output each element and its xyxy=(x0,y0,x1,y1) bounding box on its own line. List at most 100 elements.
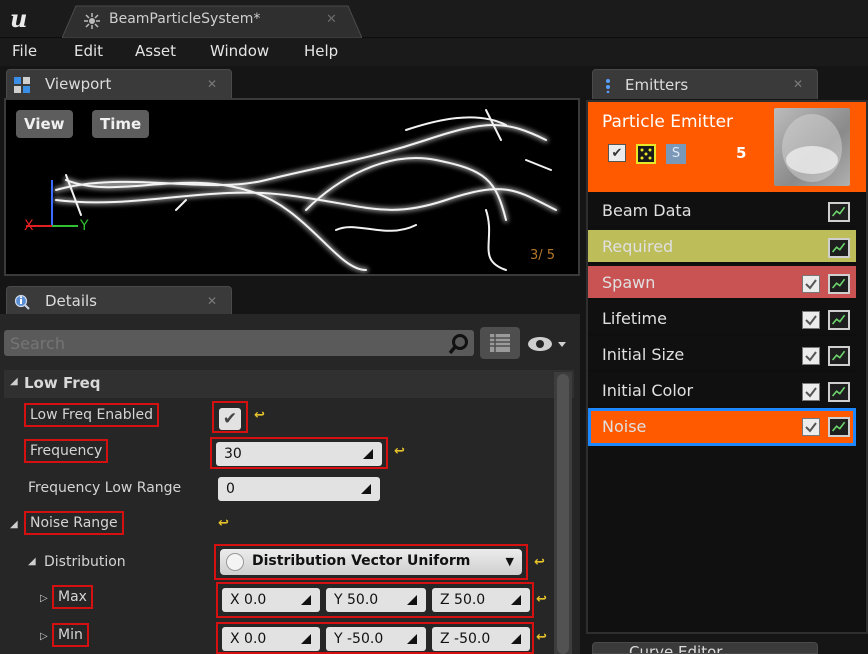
tab-details[interactable]: Details ✕ xyxy=(6,286,232,316)
emitter-controls: ✔ S xyxy=(608,142,698,164)
solo-icon[interactable]: S xyxy=(666,144,686,164)
frequency-low-range-input[interactable]: 0 xyxy=(218,477,380,501)
curve-graph-icon[interactable] xyxy=(828,346,850,366)
max-y-input[interactable]: Y 50.0 xyxy=(326,588,426,612)
close-icon[interactable]: ✕ xyxy=(207,294,217,308)
module-enable-checkbox[interactable] xyxy=(802,418,820,436)
view-options-list-button[interactable] xyxy=(480,327,520,359)
curve-graph-icon[interactable] xyxy=(828,202,850,222)
drag-handle-icon xyxy=(363,449,373,459)
distribution-dropdown[interactable]: Distribution Vector Uniform ▼ xyxy=(220,549,522,575)
drag-handle-icon xyxy=(407,634,417,644)
menu-help[interactable]: Help xyxy=(304,42,338,60)
eye-visibility-icon[interactable] xyxy=(526,334,570,354)
max-x-input[interactable]: X 0.0 xyxy=(222,588,320,612)
module-noise[interactable]: Noise xyxy=(588,408,856,446)
module-beam-data[interactable]: Beam Data xyxy=(588,194,856,228)
emitters-tab-label: Emitters xyxy=(625,76,689,94)
min-z-input[interactable]: Z -50.0 xyxy=(432,627,530,651)
module-initial-size[interactable]: Initial Size xyxy=(588,338,856,372)
emitter-icon xyxy=(606,79,610,93)
unreal-logo-icon[interactable]: u xyxy=(10,4,40,33)
search-icon[interactable] xyxy=(448,333,470,355)
property-label: Frequency Low Range xyxy=(28,480,182,496)
close-icon[interactable]: ✕ xyxy=(326,12,337,27)
drag-handle-icon xyxy=(511,634,521,644)
module-label: Spawn xyxy=(602,273,656,292)
module-enable-checkbox[interactable] xyxy=(802,275,820,293)
menu-file[interactable]: File xyxy=(12,42,37,60)
drag-handle-icon xyxy=(511,595,521,605)
property-label: Frequency xyxy=(24,439,109,463)
curve-graph-icon[interactable] xyxy=(828,417,850,437)
expand-arrow-icon[interactable]: ▷ xyxy=(40,593,48,604)
frequency-input[interactable]: 30 xyxy=(216,442,382,466)
emitter-particle-count: 5 xyxy=(736,144,747,162)
checkmark-icon xyxy=(805,387,817,398)
curve-graph-icon[interactable] xyxy=(828,310,850,330)
tab-emitters[interactable]: Emitters ✕ xyxy=(592,69,818,99)
reset-to-default-icon[interactable]: ↩ xyxy=(254,409,266,422)
min-x-input[interactable]: X 0.0 xyxy=(222,627,320,651)
dropdown-value: Distribution Vector Uniform xyxy=(252,553,471,569)
dots-icon xyxy=(640,148,652,160)
property-label: Noise Range xyxy=(24,511,124,535)
module-required[interactable]: Required xyxy=(588,230,856,264)
thumbnail-preview xyxy=(782,114,842,182)
category-low-freq[interactable]: ◢ Low Freq xyxy=(4,370,574,398)
module-enable-checkbox[interactable] xyxy=(802,383,820,401)
close-icon[interactable]: ✕ xyxy=(207,77,217,91)
curve-editor-tab-label: Curve Editor xyxy=(629,643,723,654)
render-mode-icon[interactable] xyxy=(636,144,656,164)
collapse-arrow-icon[interactable]: ◢ xyxy=(28,556,36,567)
drag-handle-icon xyxy=(361,484,371,494)
tab-viewport[interactable]: Viewport ✕ xyxy=(6,69,232,99)
reset-to-default-icon[interactable]: ↩ xyxy=(536,593,548,606)
search-input[interactable] xyxy=(4,330,474,356)
menu-window[interactable]: Window xyxy=(210,42,269,60)
low-freq-enabled-highlight: ✔ xyxy=(212,401,248,433)
module-lifetime[interactable]: Lifetime xyxy=(588,302,856,336)
property-frequency: Frequency 30 ↩ xyxy=(4,436,554,472)
low-freq-enabled-checkbox[interactable]: ✔ xyxy=(219,408,241,430)
module-label: Noise xyxy=(602,417,647,436)
module-initial-color[interactable]: Initial Color xyxy=(588,374,856,408)
collapse-arrow-icon: ◢ xyxy=(10,376,18,387)
close-icon[interactable]: ✕ xyxy=(793,77,803,91)
document-tab[interactable]: BeamParticleSystem* ✕ xyxy=(62,4,362,38)
max-highlight: X 0.0 Y 50.0 Z 50.0 xyxy=(216,582,534,618)
module-enable-checkbox[interactable] xyxy=(802,347,820,365)
module-spawn[interactable]: Spawn xyxy=(588,266,856,300)
document-tab-label: BeamParticleSystem* xyxy=(109,11,261,27)
emitter-enable-checkbox[interactable]: ✔ xyxy=(608,144,626,162)
reset-to-default-icon[interactable]: ↩ xyxy=(534,556,546,569)
viewport[interactable]: View Time X Y 3/ 5 xyxy=(4,98,580,276)
min-y-input[interactable]: Y -50.0 xyxy=(326,627,426,651)
viewport-tab-label: Viewport xyxy=(45,75,112,93)
scrollbar-thumb[interactable] xyxy=(557,374,569,654)
property-min: ▷ Min X 0.0 Y -50.0 Z -50.0 ↩ xyxy=(4,620,554,654)
particle-emitter-header[interactable]: Particle Emitter ✔ S 5 xyxy=(588,102,866,192)
curve-graph-icon[interactable] xyxy=(828,238,850,258)
magnifier-info-icon xyxy=(14,294,30,310)
reset-to-default-icon[interactable]: ↩ xyxy=(536,631,548,644)
axis-x-label: X xyxy=(24,218,34,234)
menu-asset[interactable]: Asset xyxy=(135,42,176,60)
emitter-name: Particle Emitter xyxy=(602,112,734,132)
field-value: Z 50.0 xyxy=(440,592,486,608)
curve-graph-icon[interactable] xyxy=(828,274,850,294)
reset-to-default-icon[interactable]: ↩ xyxy=(394,445,406,458)
field-value: Z -50.0 xyxy=(440,631,491,647)
reset-to-default-icon[interactable]: ↩ xyxy=(218,517,230,530)
max-z-input[interactable]: Z 50.0 xyxy=(432,588,530,612)
module-enable-checkbox[interactable] xyxy=(802,311,820,329)
menu-edit[interactable]: Edit xyxy=(74,42,103,60)
curve-graph-icon[interactable] xyxy=(828,382,850,402)
details-tab-label: Details xyxy=(45,292,98,310)
expand-arrow-icon[interactable]: ▷ xyxy=(40,631,48,642)
property-noise-range: ◢ Noise Range ↩ xyxy=(4,508,554,544)
details-scrollbar[interactable] xyxy=(554,372,572,654)
chevron-down-icon: ▼ xyxy=(505,555,514,568)
collapse-arrow-icon[interactable]: ◢ xyxy=(10,519,18,530)
tab-curve-editor[interactable]: Curve Editor xyxy=(592,642,818,654)
